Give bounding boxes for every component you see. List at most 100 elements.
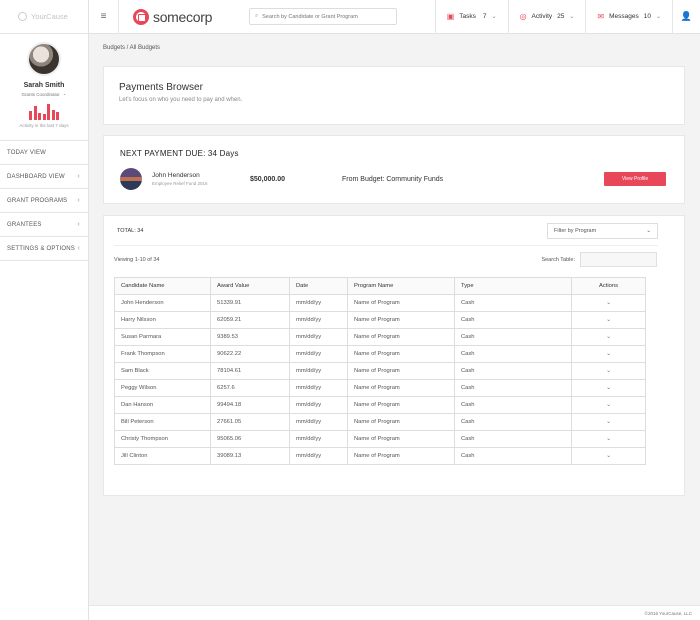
table-cell: 99494.18 <box>210 396 290 414</box>
table-row[interactable]: Jill Clinton 39089.13 mm/dd/yy Name of Prog… <box>114 447 646 465</box>
table-cell: Harry Nilsson <box>114 311 211 329</box>
avatar[interactable] <box>27 42 61 76</box>
table-cell: mm/dd/yy <box>289 379 348 397</box>
profile-role: Grants Coordinator <box>21 91 60 97</box>
sidebar-item-today-view[interactable]: TODAY VIEW <box>0 141 88 165</box>
search-table-label: Search Table: <box>541 256 575 263</box>
breadcrumb[interactable]: Budgets / All Budgets <box>103 45 160 51</box>
table-cell: mm/dd/yy <box>289 413 348 431</box>
table-cell: 27661.05 <box>210 413 290 431</box>
table-meta: Viewing 1-10 of 34 Search Table: <box>114 246 657 273</box>
activity-menu[interactable]: ◎ Activity 25 ⌄ <box>507 0 586 34</box>
table-toolbar: TOTAL: 34 Filter by Program ⌄ <box>114 216 658 246</box>
table-row[interactable]: Sam Black 78104.61 mm/dd/yy Name of Program… <box>114 362 646 380</box>
table-cell: Name of Program <box>347 396 455 414</box>
activity-bar <box>29 111 32 120</box>
profile-name: Sarah Smith <box>23 82 65 89</box>
table-cell: Name of Program <box>347 430 455 448</box>
table-row[interactable]: Christy Thompson 95065.06 mm/dd/yy Name of … <box>114 430 646 448</box>
table-cell: Dan Hanson <box>114 396 211 414</box>
table-row[interactable]: Harry Nilsson 62059.21 mm/dd/yy Name of Pro… <box>114 311 646 329</box>
payment-amount: $50,000.00 <box>250 175 286 183</box>
table-row[interactable]: Bill Peterson 27661.05 mm/dd/yy Name of Pro… <box>114 413 646 431</box>
sidebar-item-settings-options[interactable]: SETTINGS & OPTIONS ‹ <box>0 237 88 261</box>
tasks-count: 7 <box>482 13 487 20</box>
table-header-row: Candidate Name Award Value Date Program … <box>114 277 646 295</box>
row-actions-chevron-icon[interactable]: ⌄ <box>571 379 646 397</box>
user-icon[interactable]: 👤 <box>672 0 700 34</box>
chevron-down-icon: ⌄ <box>491 14 497 20</box>
sidebar-item-dashboard-view[interactable]: DASHBOARD VIEW ‹ <box>0 165 88 189</box>
table-cell: Name of Program <box>347 345 455 363</box>
column-header[interactable]: Program Name <box>347 277 455 295</box>
hamburger-icon[interactable]: ≡ <box>89 0 119 34</box>
activity-bar <box>38 112 41 120</box>
table-cell: Cash <box>454 396 572 414</box>
column-header[interactable]: Date <box>289 277 348 295</box>
table-cell: Frank Thompson <box>114 345 211 363</box>
table-cell: Name of Program <box>347 362 455 380</box>
table-cell: mm/dd/yy <box>289 430 348 448</box>
filter-by-program-select[interactable]: Filter by Program ⌄ <box>547 222 658 239</box>
row-actions-chevron-icon[interactable]: ⌄ <box>571 311 646 329</box>
table-row[interactable]: Peggy Wilson 6257.6 mm/dd/yy Name of Progra… <box>114 379 646 397</box>
search-box[interactable]: ⌕ <box>249 8 397 25</box>
activity-caption: Activity in the last 7 days <box>19 123 69 128</box>
view-profile-button[interactable]: View Profile <box>604 172 666 186</box>
footer: ©2016 YourCause, LLC <box>89 605 700 620</box>
row-actions-chevron-icon[interactable]: ⌄ <box>571 294 646 312</box>
company-logo[interactable]: somecorp <box>119 8 239 25</box>
next-payment-card: NEXT PAYMENT DUE: 34 Days John Henderson… <box>103 135 685 204</box>
somecorp-logo-icon <box>133 8 149 25</box>
row-actions-chevron-icon[interactable]: ⌄ <box>571 345 646 363</box>
table-cell: Peggy Wilson <box>114 379 211 397</box>
activity-bar <box>51 110 55 120</box>
sidebar-nav: TODAY VIEW DASHBOARD VIEW ‹ GRANT PROGRAM… <box>0 141 88 261</box>
row-actions-chevron-icon[interactable]: ⌄ <box>571 430 646 448</box>
table-cell: 9389.53 <box>210 328 290 346</box>
page-subtitle: Let's focus on who you need to pay and w… <box>119 97 243 103</box>
sidebar-item-label: GRANT PROGRAMS <box>7 197 68 204</box>
payee-fund: Employee Relief Fund 2016 <box>152 181 208 186</box>
table-cell: 62059.21 <box>210 311 290 329</box>
table-cell: Name of Program <box>347 447 455 465</box>
table-row[interactable]: Dan Hanson 99494.18 mm/dd/yy Name of Progra… <box>114 396 646 414</box>
row-actions-chevron-icon[interactable]: ⌄ <box>571 362 646 380</box>
column-header[interactable]: Type <box>454 277 572 295</box>
chevron-down-icon: ⌄ <box>62 91 67 96</box>
sidebar-item-grant-programs[interactable]: GRANT PROGRAMS ‹ <box>0 189 88 213</box>
search-input[interactable] <box>262 13 383 20</box>
profile-role-dropdown[interactable]: Grants Coordinator ⌄ <box>21 91 66 97</box>
table-row[interactable]: John Henderson 51339.91 mm/dd/yy Name of Pr… <box>114 294 646 312</box>
chevron-left-icon: ‹ <box>77 245 80 252</box>
row-actions-chevron-icon[interactable]: ⌄ <box>571 413 646 431</box>
row-actions-chevron-icon[interactable]: ⌄ <box>571 447 646 465</box>
row-actions-chevron-icon[interactable]: ⌄ <box>571 396 646 414</box>
table-cell: Susan Parmara <box>114 328 211 346</box>
column-header[interactable]: Candidate Name <box>114 277 211 295</box>
tasks-menu[interactable]: ▣ Tasks 7 ⌄ <box>434 0 508 34</box>
column-header[interactable]: Award Value <box>210 277 290 295</box>
table-cell: Name of Program <box>347 328 455 346</box>
table-cell: mm/dd/yy <box>289 447 348 465</box>
table-cell: Jill Clinton <box>114 447 211 465</box>
table-row[interactable]: Susan Parmara 9389.53 mm/dd/yy Name of Prog… <box>114 328 646 346</box>
table-cell: Name of Program <box>347 311 455 329</box>
table-cell: Name of Program <box>347 379 455 397</box>
table-cell: John Henderson <box>114 294 211 312</box>
table-cell: Bill Peterson <box>114 413 211 431</box>
search-table-input[interactable] <box>580 252 657 267</box>
sidebar-item-label: TODAY VIEW <box>7 149 47 156</box>
sidebar-item-grantees[interactable]: GRANTEES ‹ <box>0 213 88 237</box>
table-cell: Cash <box>454 345 572 363</box>
search-icon: ⌕ <box>255 13 259 19</box>
table-cell: mm/dd/yy <box>289 328 348 346</box>
tasks-icon: ▣ <box>446 12 455 21</box>
brand[interactable]: YourCause <box>0 0 88 34</box>
chevron-down-icon: ⌄ <box>646 227 651 234</box>
messages-menu[interactable]: ✉ Messages 10 ⌄ <box>585 0 672 34</box>
table-cell: Cash <box>454 311 572 329</box>
row-actions-chevron-icon[interactable]: ⌄ <box>571 328 646 346</box>
brand-logo-icon <box>18 12 27 21</box>
table-row[interactable]: Frank Thompson 90622.22 mm/dd/yy Name of Pr… <box>114 345 646 363</box>
